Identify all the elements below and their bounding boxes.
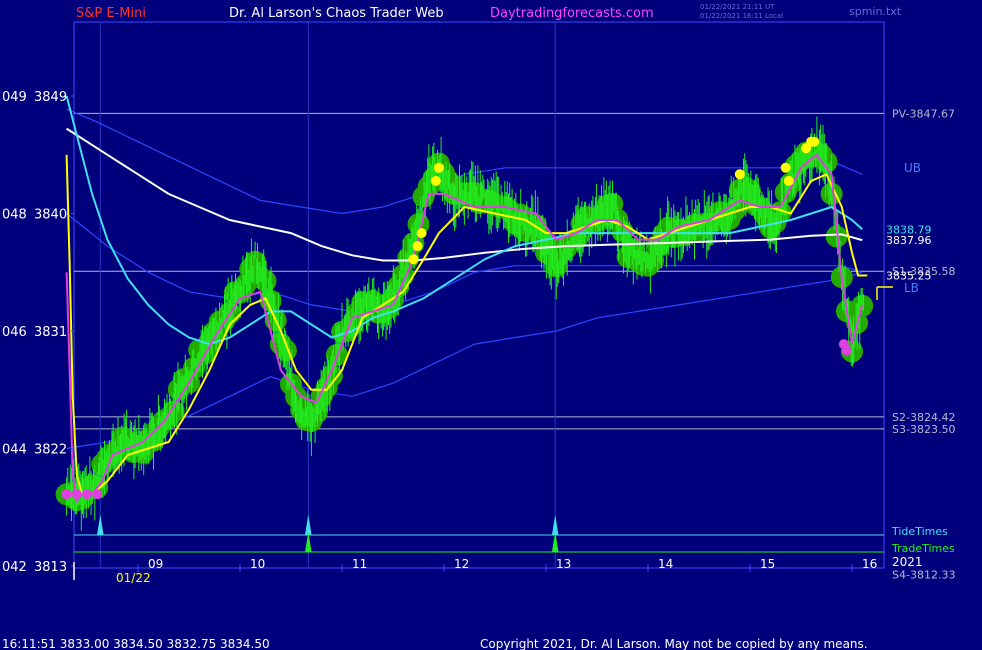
quote-readout: 16:11:51 3833.00 3834.50 3832.75 3834.50 xyxy=(2,637,270,650)
date-label: 01/22 xyxy=(116,571,151,585)
site-link[interactable]: Daytradingforecasts.com xyxy=(490,6,654,21)
x-tick-label: 10 xyxy=(250,557,265,571)
yellow-signal-dot xyxy=(416,228,427,239)
y-tick-left: 048 xyxy=(2,208,27,223)
y-tick-left: 044 xyxy=(2,443,27,458)
yellow-signal-dot xyxy=(734,169,745,180)
x-tick-label: 12 xyxy=(454,557,469,571)
data-file-name: spmin.txt xyxy=(849,5,902,18)
x-tick-label: 14 xyxy=(658,557,673,571)
yellow-signal-dot xyxy=(783,175,794,186)
value-label-yellow: 3835.25 xyxy=(886,270,932,283)
lower-band-label: LB xyxy=(904,281,919,295)
x-tick-label: 11 xyxy=(352,557,367,571)
y-tick-price: 3849 xyxy=(34,90,67,105)
magenta-signal-dot xyxy=(82,489,92,500)
yellow-signal-dot xyxy=(809,136,820,147)
year-label: 2021 xyxy=(892,555,923,569)
x-tick-label: 15 xyxy=(760,557,775,571)
yellow-signal-dot xyxy=(412,241,423,252)
y-tick-price: 3840 xyxy=(34,208,67,223)
yellow-signal-dot xyxy=(780,162,791,173)
x-tick-label: 13 xyxy=(556,557,571,571)
author-title: Dr. Al Larson's Chaos Trader Web xyxy=(229,6,444,21)
magenta-signal-dot xyxy=(61,489,72,500)
y-tick-price: 3822 xyxy=(34,443,67,458)
copyright-notice: Copyright 2021, Dr. Al Larson. May not b… xyxy=(480,637,868,650)
level-label: PV-3847.67 xyxy=(892,107,955,120)
magenta-signal-dot xyxy=(71,489,82,500)
timestamp-local: 01/22/2021 16:11 Local xyxy=(700,12,783,20)
x-tick-label: 16 xyxy=(862,557,877,571)
x-tick-label: 09 xyxy=(148,557,163,571)
yellow-signal-dot xyxy=(408,254,419,265)
upper-band-label: UB xyxy=(904,161,921,175)
chaos-trader-chart: PV-3847.67S1-3835.58S2-3824.42S3-3823.50… xyxy=(0,0,982,650)
magenta-signal-dot xyxy=(841,345,852,356)
level-label: S3-3823.50 xyxy=(892,423,955,436)
symbol-title: S&P E-Mini xyxy=(76,6,146,21)
y-tick-left: 042 xyxy=(2,560,27,575)
yellow-signal-dot xyxy=(433,162,444,173)
time-row-label: TradeTimes xyxy=(891,542,955,555)
y-tick-price: 3813 xyxy=(34,560,67,575)
y-tick-left: 046 xyxy=(2,325,27,340)
time-row-label: TideTimes xyxy=(891,525,948,538)
y-tick-left: 049 xyxy=(2,90,27,105)
y-tick-price: 3831 xyxy=(34,325,67,340)
timestamp-ut: 01/22/2021 21:11 UT xyxy=(700,3,775,11)
value-label-white: 3837.96 xyxy=(886,234,932,247)
level-label: S4-3812.33 xyxy=(892,569,955,582)
magenta-signal-dot xyxy=(92,489,103,500)
yellow-signal-dot xyxy=(430,175,441,186)
